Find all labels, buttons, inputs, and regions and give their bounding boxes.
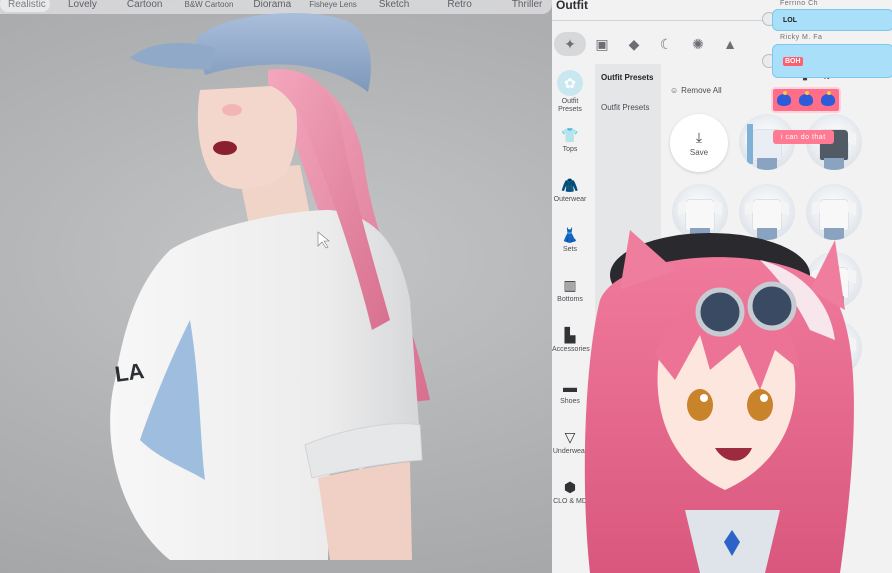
remove-all-label: Remove All [681, 86, 722, 95]
chat-text: BOH [783, 56, 803, 66]
cap-visor [130, 42, 215, 70]
category-label: Outerwear [553, 196, 587, 203]
chat-bubble: BOH [772, 44, 892, 78]
download-icon: ⤓ [695, 129, 703, 145]
subnav-outfit-presets-alt[interactable]: Outfit Presets [601, 103, 649, 112]
chat-username: Ferrino Ch [780, 0, 819, 7]
arm [318, 462, 412, 560]
category-outfit-presets[interactable]: ✿ Outfit Presets [552, 70, 588, 114]
goggles-right [747, 281, 797, 331]
eye-left [687, 389, 713, 421]
save-button[interactable]: ⤓ Save [670, 114, 728, 172]
chat-bubble: LOL [772, 9, 892, 31]
jacket-icon: 🧥 [561, 176, 579, 193]
open-mouth [213, 141, 237, 155]
bird-emote-icon [777, 91, 791, 106]
save-label: Save [689, 148, 709, 157]
moon-icon[interactable]: ☾ [650, 32, 682, 56]
goggles-left [695, 287, 745, 337]
app-window: Realistic Lovely Cartoon B&W Cartoon Dio… [0, 0, 892, 573]
firework-icon[interactable]: ✺ [682, 32, 714, 56]
stream-caption: i can do that [773, 130, 834, 144]
panel-title: Outfit [556, 0, 588, 12]
blush [222, 104, 242, 116]
person-icon: ☺ [670, 86, 679, 95]
outfit-presets-icon: ✿ [557, 70, 583, 96]
bird-emote-icon [821, 91, 835, 106]
category-label: Outfit Presets [558, 98, 582, 113]
category-outerwear[interactable]: 🧥 Outerwear [552, 176, 588, 204]
sparkle-icon[interactable]: ✦ [554, 32, 586, 56]
tshirt-icon: 👕 [561, 126, 579, 143]
category-tops[interactable]: 👕 Tops [552, 126, 588, 154]
eye-right [747, 389, 773, 421]
gift-icon[interactable]: ▣ [586, 32, 618, 56]
category-label: Tops [562, 146, 578, 153]
mountain-icon[interactable]: ▲ [714, 32, 746, 56]
vtuber-avatar [584, 230, 854, 573]
remove-all-button[interactable]: ☺ Remove All [670, 86, 722, 95]
bird-emote-icon [799, 91, 813, 106]
face [197, 85, 297, 190]
chat-username: Ricky M. Fa [780, 34, 823, 41]
character-preview[interactable]: LA [0, 0, 560, 573]
emote-strip [771, 87, 841, 113]
chat-text: LOL [783, 16, 797, 24]
divider [552, 20, 772, 21]
subnav-outfit-presets[interactable]: Outfit Presets [601, 73, 653, 82]
graduation-cap-icon[interactable]: ◆ [618, 32, 650, 56]
svg-text:LA: LA [113, 358, 146, 387]
